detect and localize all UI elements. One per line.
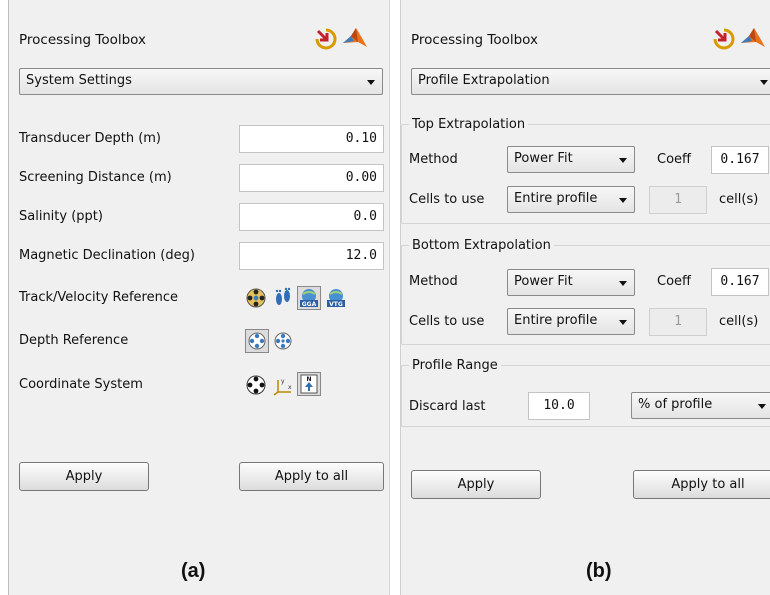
bottom-cells-dropdown[interactable]: Entire profile bbox=[507, 308, 635, 335]
discard-last-input[interactable]: 10.0 bbox=[528, 392, 590, 420]
bottom-coeff-label: Coeff bbox=[657, 274, 691, 289]
svg-text:y: y bbox=[281, 378, 285, 385]
transducer-depth-input[interactable]: 0.10 bbox=[239, 125, 384, 153]
category-value: Profile Extrapolation bbox=[418, 73, 550, 88]
chevron-down-icon bbox=[619, 320, 627, 325]
chevron-down-icon bbox=[619, 281, 627, 286]
top-cells-unit: cell(s) bbox=[719, 192, 759, 207]
category-dropdown[interactable]: Profile Extrapolation bbox=[411, 68, 770, 95]
top-extrapolation-title: Top Extrapolation bbox=[409, 117, 529, 132]
bottom-cells-label: Cells to use bbox=[409, 314, 485, 329]
depth-average-icon[interactable] bbox=[245, 329, 269, 353]
footprints-icon[interactable] bbox=[272, 287, 294, 309]
satellite-icon: GGA bbox=[300, 289, 318, 308]
north-text: N bbox=[306, 376, 311, 383]
screening-distance-input[interactable]: 0.00 bbox=[239, 164, 384, 192]
transducer-depth-label: Transducer Depth (m) bbox=[19, 131, 162, 146]
bottom-method-value: Power Fit bbox=[514, 274, 573, 289]
apply-button[interactable]: Apply bbox=[19, 462, 149, 491]
depth-reference-label: Depth Reference bbox=[19, 333, 129, 348]
matlab-logo-icon bbox=[343, 28, 367, 47]
xyz-axes-icon[interactable]: y x bbox=[272, 374, 294, 396]
chevron-down-icon bbox=[760, 80, 768, 85]
top-coeff-input[interactable]: 0.167 bbox=[711, 146, 769, 174]
chevron-down-icon bbox=[619, 158, 627, 163]
north-arrow-icon[interactable]: N bbox=[297, 372, 321, 396]
north-up-icon: N bbox=[300, 374, 318, 394]
coordinate-system-label: Coordinate System bbox=[19, 377, 143, 392]
matlab-logo-icon bbox=[741, 28, 765, 47]
bottom-cells-unit: cell(s) bbox=[719, 314, 759, 329]
top-method-dropdown[interactable]: Power Fit bbox=[507, 146, 635, 173]
top-cells-value: Entire profile bbox=[514, 191, 598, 206]
figure-caption-a: (a) bbox=[181, 560, 206, 582]
salinity-input[interactable]: 0.0 bbox=[239, 203, 384, 231]
profile-range-title: Profile Range bbox=[409, 358, 501, 373]
top-cells-dropdown[interactable]: Entire profile bbox=[507, 186, 635, 213]
bottom-method-label: Method bbox=[409, 274, 458, 289]
gga-icon[interactable]: GGA bbox=[297, 286, 321, 310]
beam-coordinates-icon[interactable] bbox=[245, 374, 267, 396]
apply-to-all-button[interactable]: Apply to all bbox=[239, 462, 384, 491]
category-value: System Settings bbox=[26, 73, 132, 88]
undock-icon[interactable] bbox=[712, 27, 736, 51]
screening-distance-label: Screening Distance (m) bbox=[19, 170, 172, 185]
apply-button[interactable]: Apply bbox=[411, 470, 541, 499]
category-dropdown[interactable]: System Settings bbox=[19, 68, 383, 95]
apply-to-all-button[interactable]: Apply to all bbox=[633, 470, 770, 499]
panel-title: Processing Toolbox bbox=[411, 32, 539, 48]
processing-toolbox-panel-b: Processing Toolbox Profile Extrapolation… bbox=[400, 0, 770, 595]
track-reference-label: Track/Velocity Reference bbox=[19, 290, 178, 305]
chevron-down-icon bbox=[367, 80, 375, 85]
vtg-icon[interactable]: VTG bbox=[325, 287, 347, 309]
bottom-track-icon[interactable] bbox=[245, 287, 267, 309]
discard-unit-dropdown[interactable]: % of profile bbox=[631, 392, 770, 419]
top-method-label: Method bbox=[409, 152, 458, 167]
salinity-label: Salinity (ppt) bbox=[19, 209, 103, 224]
vtg-text: VTG bbox=[329, 301, 343, 308]
beams-average-icon bbox=[248, 332, 266, 350]
bottom-cells-count-input[interactable]: 1 bbox=[649, 308, 707, 336]
bottom-extrapolation-title: Bottom Extrapolation bbox=[409, 238, 554, 253]
top-coeff-label: Coeff bbox=[657, 152, 691, 167]
bottom-cells-value: Entire profile bbox=[514, 313, 598, 328]
depth-beams-icon[interactable] bbox=[272, 330, 294, 352]
undock-icon[interactable] bbox=[314, 27, 338, 51]
discard-last-label: Discard last bbox=[409, 399, 486, 414]
bottom-coeff-input[interactable]: 0.167 bbox=[711, 268, 769, 296]
svg-text:x: x bbox=[288, 384, 292, 391]
magnetic-declination-input[interactable]: 12.0 bbox=[239, 242, 384, 270]
panel-title: Processing Toolbox bbox=[19, 32, 147, 48]
gga-text: GGA bbox=[302, 301, 317, 308]
chevron-down-icon bbox=[619, 198, 627, 203]
figure-caption-b: (b) bbox=[586, 560, 612, 582]
discard-unit-value: % of profile bbox=[638, 397, 713, 412]
chevron-down-icon bbox=[758, 404, 766, 409]
processing-toolbox-panel-a: Processing Toolbox System Settings Trans… bbox=[8, 0, 390, 595]
top-method-value: Power Fit bbox=[514, 151, 573, 166]
magnetic-declination-label: Magnetic Declination (deg) bbox=[19, 248, 195, 263]
bottom-method-dropdown[interactable]: Power Fit bbox=[507, 269, 635, 296]
top-cells-count-input[interactable]: 1 bbox=[649, 186, 707, 214]
top-cells-label: Cells to use bbox=[409, 192, 485, 207]
